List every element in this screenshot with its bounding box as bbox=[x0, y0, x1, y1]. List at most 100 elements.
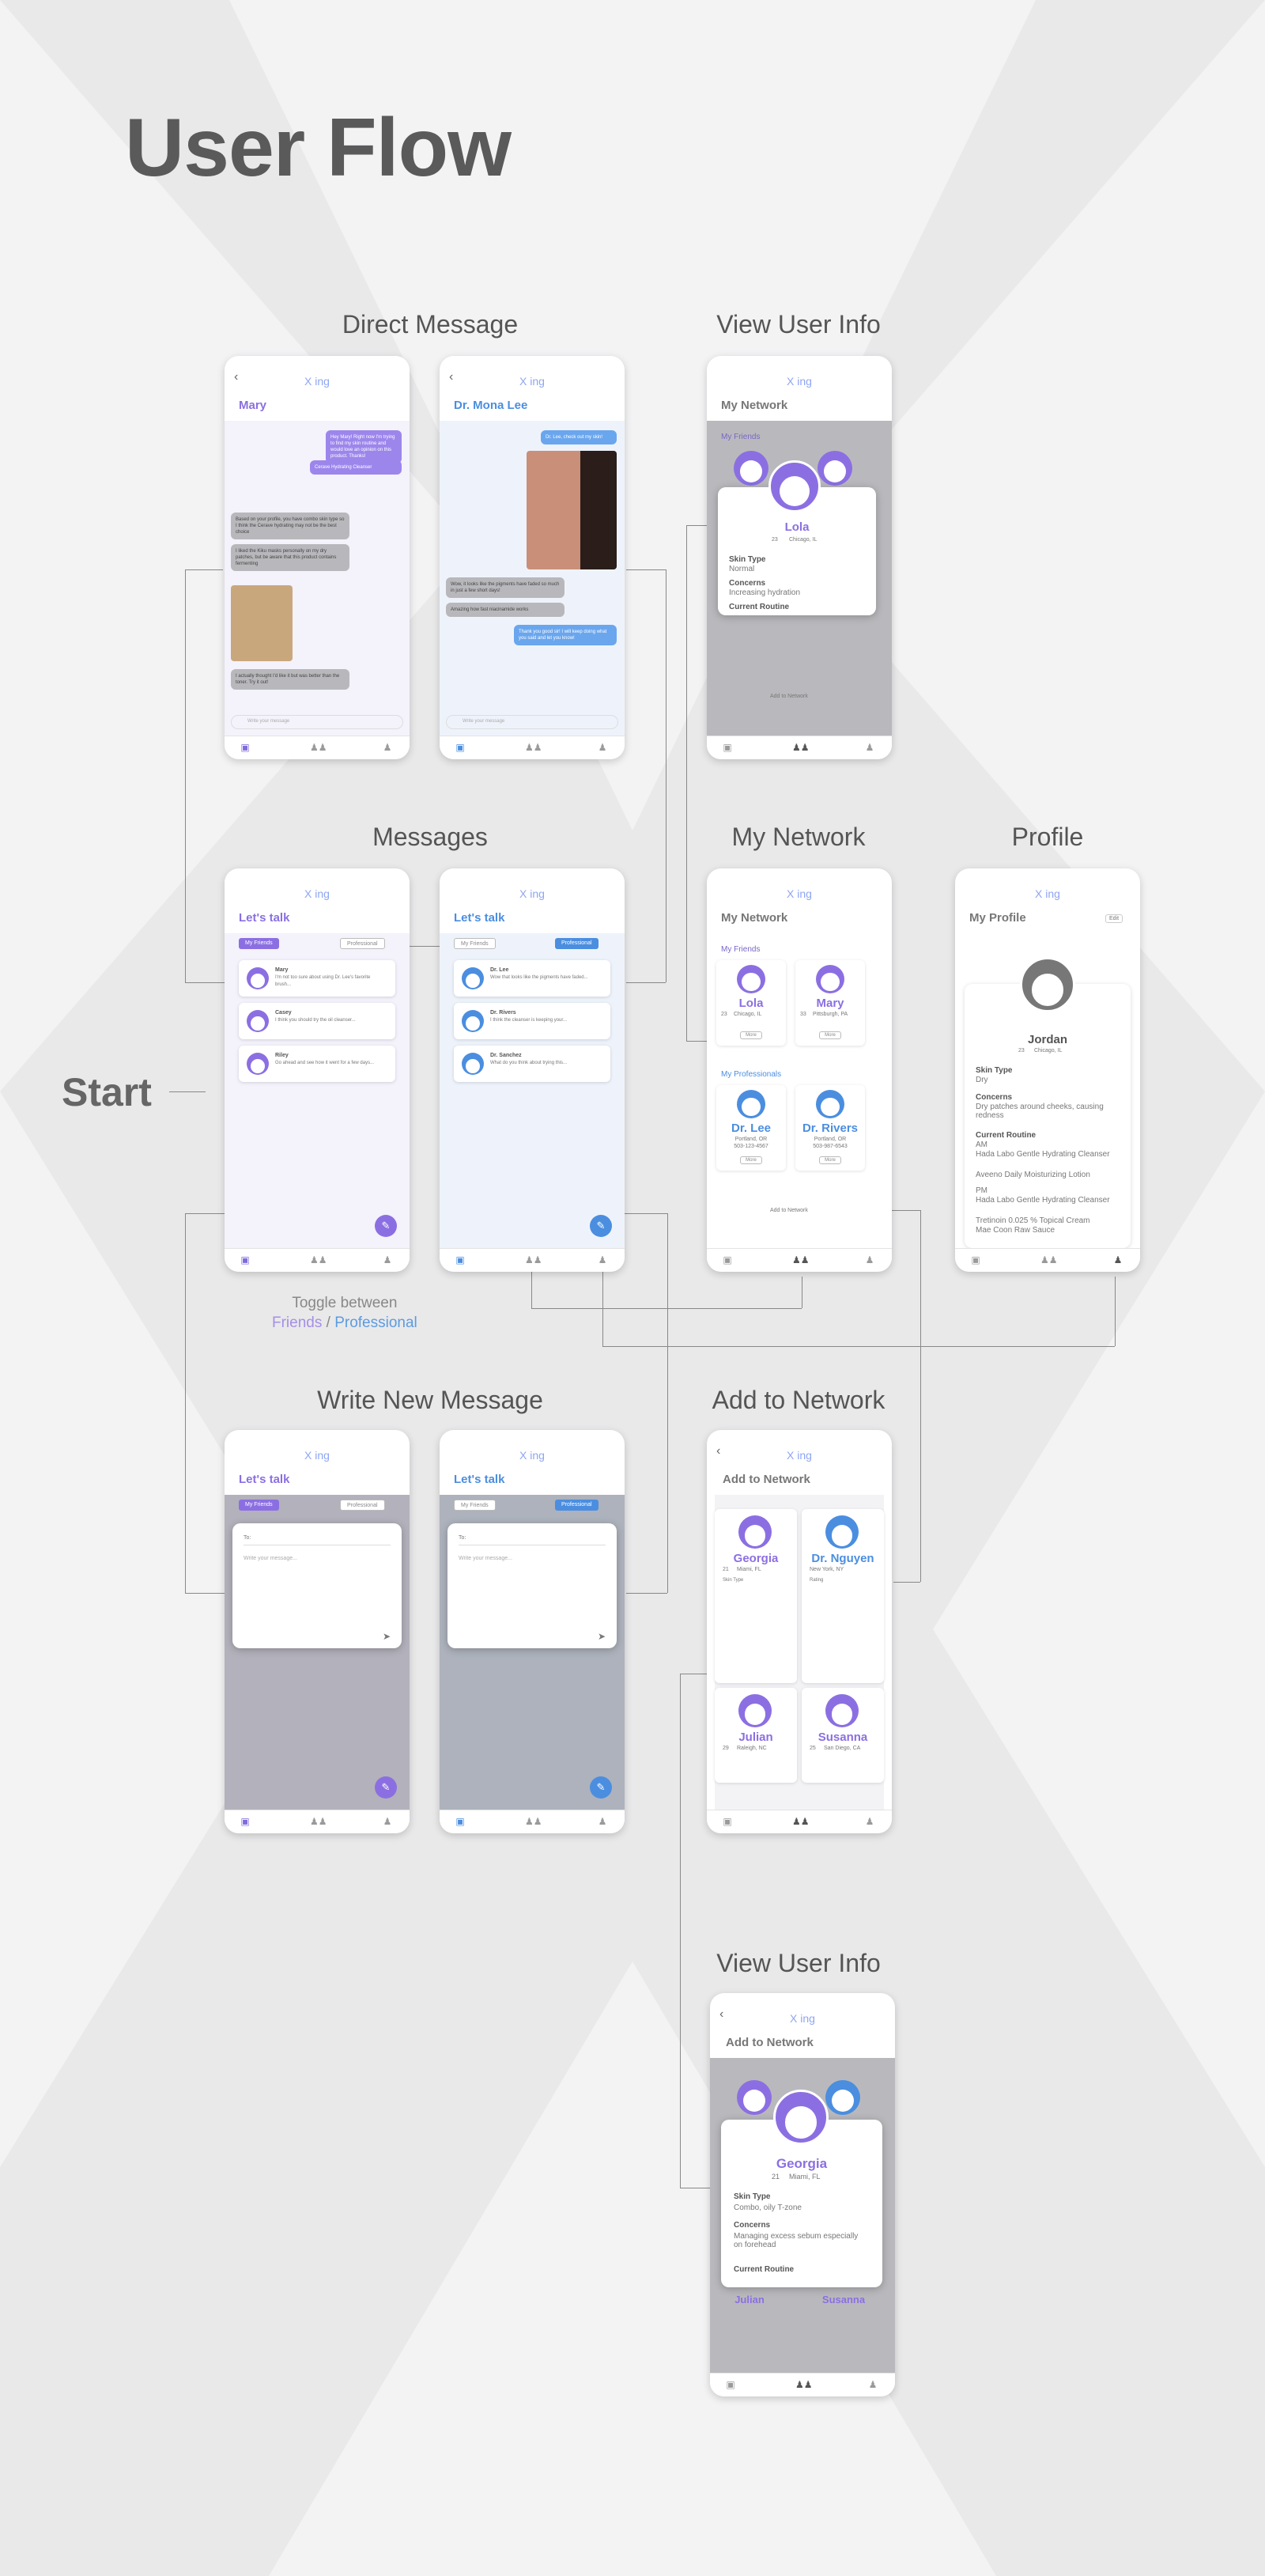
shared-photo[interactable] bbox=[527, 451, 617, 569]
more-button[interactable]: More bbox=[740, 1031, 762, 1039]
chat-list-item[interactable]: Dr. Sanchez What do you think about tryi… bbox=[454, 1046, 610, 1082]
section-label: My Professionals bbox=[721, 1070, 782, 1079]
profile-icon[interactable]: ♟ bbox=[381, 742, 394, 753]
compose-button[interactable]: ✎ bbox=[590, 1215, 612, 1237]
chat-icon[interactable]: ▣ bbox=[454, 1816, 466, 1827]
chat-list-item[interactable]: Dr. Lee Wow that looks like the pigments… bbox=[454, 960, 610, 997]
profile-icon[interactable]: ♟ bbox=[863, 1816, 876, 1827]
app-logo: X ing bbox=[790, 2012, 815, 2025]
network-icon[interactable]: ♟♟ bbox=[525, 742, 542, 753]
send-icon[interactable]: ➤ bbox=[383, 1632, 391, 1641]
chat-name: Dr. Sanchez bbox=[490, 1053, 522, 1058]
section-title-profile: Profile bbox=[1011, 823, 1084, 851]
chat-icon[interactable]: ▣ bbox=[239, 1816, 251, 1827]
send-icon[interactable]: ➤ bbox=[598, 1632, 606, 1641]
chat-icon[interactable]: ▣ bbox=[721, 742, 734, 753]
person-card[interactable]: Georgia 21 Miami, FL Skin Type bbox=[715, 1509, 797, 1683]
add-to-network-link[interactable]: Add to Network bbox=[770, 693, 808, 700]
chat-icon[interactable]: ▣ bbox=[454, 1254, 466, 1265]
tab-professional[interactable]: Professional bbox=[340, 938, 385, 949]
more-button[interactable]: More bbox=[819, 1156, 841, 1164]
more-button[interactable]: More bbox=[819, 1031, 841, 1039]
screen-title: Let's talk bbox=[239, 911, 290, 925]
phone-write-professional: X ing Let's talk My Friends Professional… bbox=[440, 1430, 625, 1833]
chat-icon[interactable]: ▣ bbox=[239, 1254, 251, 1265]
person-card[interactable]: Dr. Nguyen New York, NY Rating bbox=[802, 1509, 884, 1683]
message-body-field[interactable]: Write your message... bbox=[244, 1555, 297, 1562]
network-icon[interactable]: ♟♟ bbox=[792, 1254, 810, 1265]
connector bbox=[185, 569, 186, 982]
network-icon[interactable]: ♟♟ bbox=[792, 1816, 810, 1827]
shared-photo[interactable] bbox=[231, 585, 293, 661]
to-field[interactable]: To: bbox=[244, 1534, 391, 1545]
chat-name: Dr. Mona Lee bbox=[454, 399, 528, 412]
app-logo: X ing bbox=[519, 1449, 545, 1462]
screen-title: Let's talk bbox=[454, 911, 505, 925]
message-input[interactable]: Write your message bbox=[446, 715, 618, 729]
network-icon[interactable]: ♟♟ bbox=[310, 742, 327, 753]
more-button[interactable]: More bbox=[740, 1156, 762, 1164]
tab-bar: ▣ ♟♟ ♟ bbox=[955, 1248, 1140, 1272]
avatar bbox=[734, 451, 768, 486]
routine-pm-3: Mae Coon Raw Sauce bbox=[976, 1226, 1055, 1235]
tab-my-friends[interactable]: My Friends bbox=[239, 1500, 279, 1511]
profile-icon[interactable]: ♟ bbox=[381, 1816, 394, 1827]
message-input[interactable]: Write your message bbox=[231, 715, 403, 729]
phone-add-to-network: ‹ X ing Add to Network Georgia 21 Miami,… bbox=[707, 1430, 892, 1833]
compose-dialog: To: Write your message... ➤ bbox=[447, 1523, 617, 1648]
chat-list-item[interactable]: Casey I think you should try the oil cle… bbox=[239, 1003, 395, 1039]
profile-icon[interactable]: ♟ bbox=[596, 1816, 609, 1827]
chat-list-item[interactable]: Dr. Rivers I think the cleanser is keepi… bbox=[454, 1003, 610, 1039]
tab-my-friends[interactable]: My Friends bbox=[454, 938, 496, 949]
network-icon[interactable]: ♟♟ bbox=[525, 1816, 542, 1827]
network-icon[interactable]: ♟♟ bbox=[1040, 1254, 1058, 1265]
chat-icon[interactable]: ▣ bbox=[721, 1254, 734, 1265]
network-icon[interactable]: ♟♟ bbox=[310, 1254, 327, 1265]
network-icon[interactable]: ♟♟ bbox=[310, 1816, 327, 1827]
person-card[interactable]: Julian 29 Raleigh, NC bbox=[715, 1688, 797, 1783]
chat-icon[interactable]: ▣ bbox=[969, 1254, 982, 1265]
chat-icon[interactable]: ▣ bbox=[454, 742, 466, 753]
chat-icon[interactable]: ▣ bbox=[239, 742, 251, 753]
pro-card[interactable]: Dr. Rivers Portland, OR 503-987-6543 Mor… bbox=[795, 1085, 865, 1171]
attr-label: Skin Type bbox=[723, 1578, 744, 1583]
profile-icon[interactable]: ♟ bbox=[863, 1254, 876, 1265]
compose-button[interactable]: ✎ bbox=[590, 1776, 612, 1799]
tab-my-friends[interactable]: My Friends bbox=[239, 938, 279, 949]
pro-location: Portland, OR bbox=[734, 1137, 768, 1142]
compose-button[interactable]: ✎ bbox=[375, 1776, 397, 1799]
tab-professional[interactable]: Professional bbox=[555, 938, 599, 949]
pro-name: Dr. Lee bbox=[731, 1122, 772, 1135]
tab-my-friends[interactable]: My Friends bbox=[454, 1500, 496, 1511]
profile-icon[interactable]: ♟ bbox=[867, 2379, 879, 2390]
concerns-value: Dry patches around cheeks, causing redne… bbox=[976, 1103, 1104, 1120]
network-icon[interactable]: ♟♟ bbox=[795, 2379, 813, 2390]
to-field[interactable]: To: bbox=[459, 1534, 606, 1545]
message-body-field[interactable]: Write your message... bbox=[459, 1555, 512, 1562]
profile-icon[interactable]: ♟ bbox=[381, 1254, 394, 1265]
compose-button[interactable]: ✎ bbox=[375, 1215, 397, 1237]
tab-professional[interactable]: Professional bbox=[340, 1500, 385, 1511]
profile-icon[interactable]: ♟ bbox=[596, 742, 609, 753]
profile-icon[interactable]: ♟ bbox=[863, 742, 876, 753]
chat-list-item[interactable]: Riley Go ahead and see how it went for a… bbox=[239, 1046, 395, 1082]
friend-age: 33 bbox=[800, 1012, 806, 1017]
friend-card[interactable]: Lola 23 Chicago, IL More bbox=[716, 960, 786, 1046]
pro-card[interactable]: Dr. Lee Portland, OR 503-123-4567 More bbox=[716, 1085, 786, 1171]
friend-card[interactable]: Mary 33 Pittsburgh, PA More bbox=[795, 960, 865, 1046]
chat-icon[interactable]: ▣ bbox=[724, 2379, 737, 2390]
chat-list-item[interactable]: Mary I'm not too sure about using Dr. Le… bbox=[239, 960, 395, 997]
person-card[interactable]: Susanna 25 San Diego, CA bbox=[802, 1688, 884, 1783]
network-icon[interactable]: ♟♟ bbox=[792, 742, 810, 753]
phone-write-friends: X ing Let's talk My Friends Professional… bbox=[225, 1430, 410, 1833]
add-to-network-link[interactable]: Add to Network bbox=[770, 1207, 808, 1214]
edit-button[interactable]: Edit bbox=[1105, 914, 1123, 923]
screen-title: Add to Network bbox=[723, 1473, 810, 1486]
chat-icon[interactable]: ▣ bbox=[721, 1816, 734, 1827]
profile-icon[interactable]: ♟ bbox=[596, 1254, 609, 1265]
chat-name: Dr. Rivers bbox=[490, 1010, 516, 1016]
profile-icon[interactable]: ♟ bbox=[1112, 1254, 1124, 1265]
tab-professional[interactable]: Professional bbox=[555, 1500, 599, 1511]
tab-bar: ▣ ♟♟ ♟ bbox=[440, 1248, 625, 1272]
network-icon[interactable]: ♟♟ bbox=[525, 1254, 542, 1265]
